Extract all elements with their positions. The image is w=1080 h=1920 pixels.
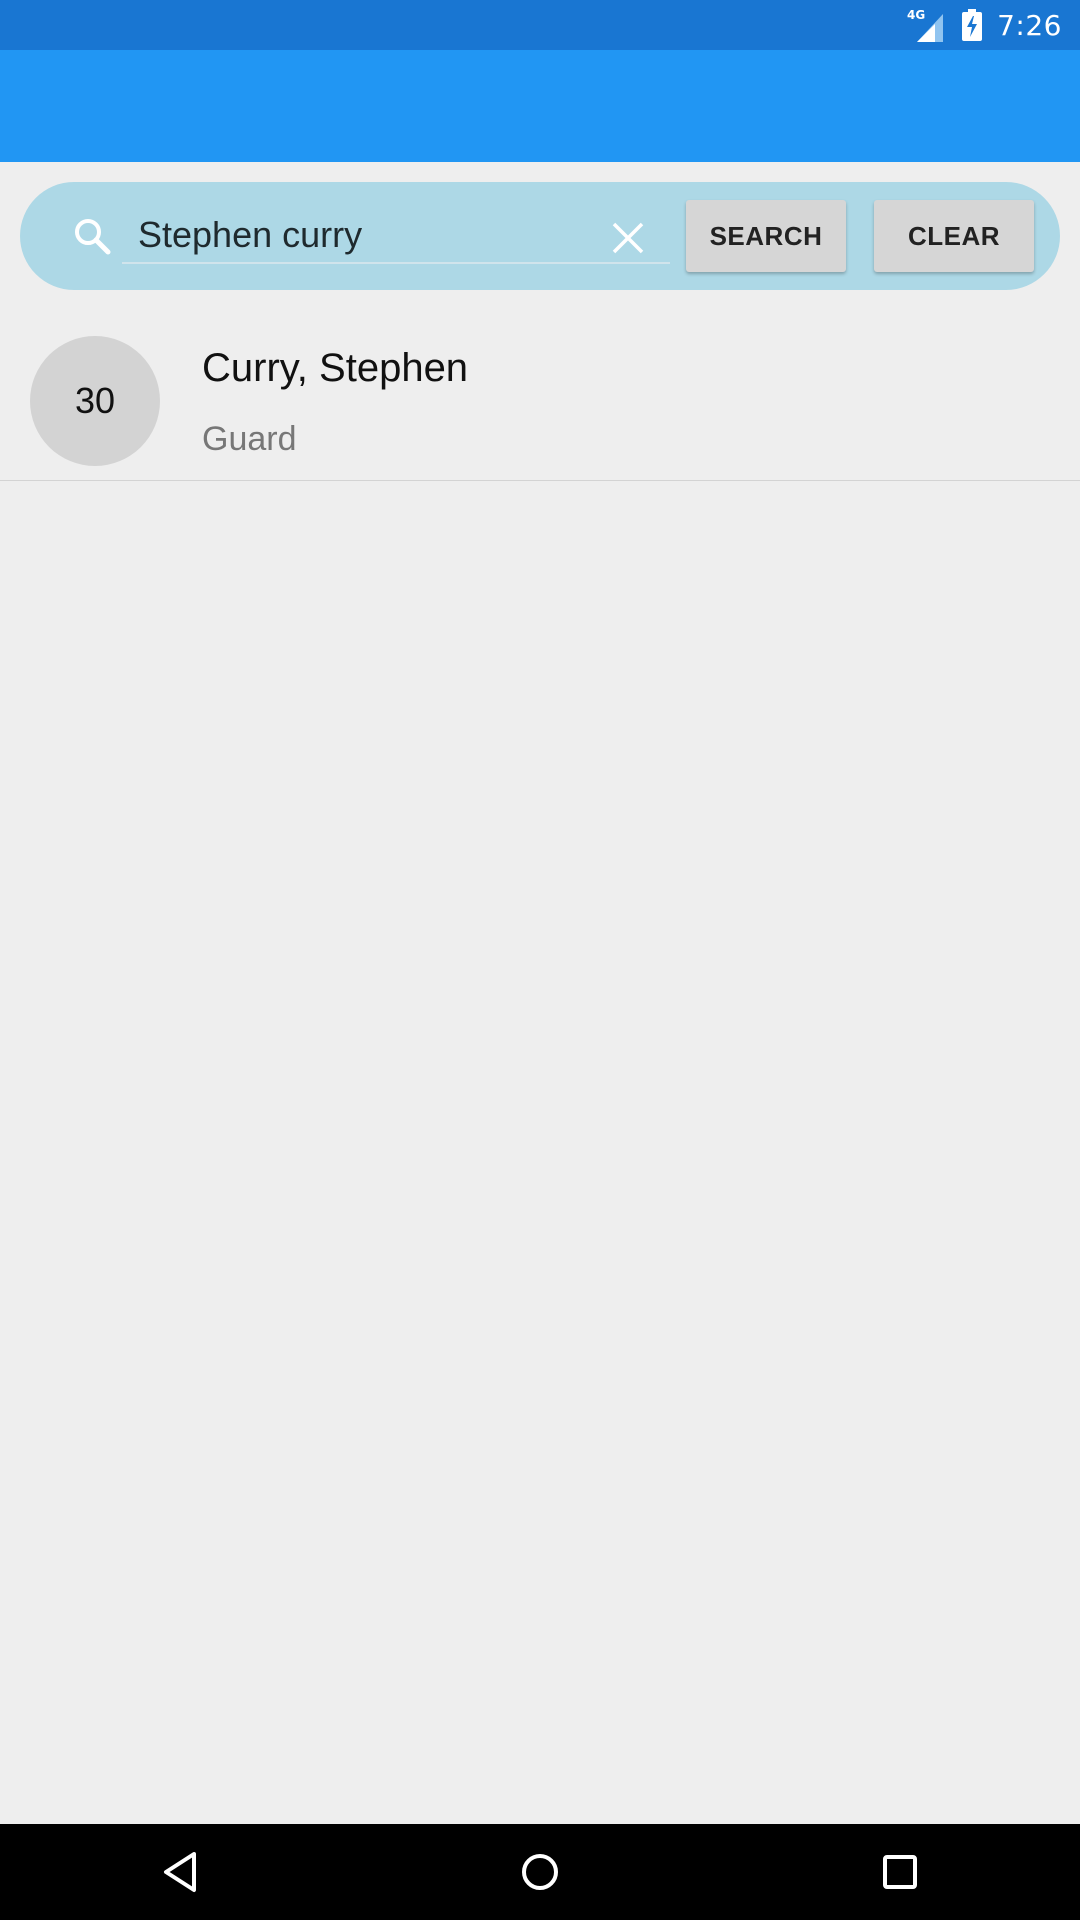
list-item[interactable]: 30 Curry, Stephen Guard	[0, 320, 1080, 481]
player-name: Curry, Stephen	[202, 346, 469, 390]
back-button[interactable]	[150, 1842, 210, 1902]
search-button[interactable]: SEARCH	[686, 200, 846, 272]
recents-button[interactable]	[870, 1842, 930, 1902]
clear-button[interactable]: CLEAR	[874, 200, 1034, 272]
jersey-number-avatar: 30	[30, 336, 160, 466]
recents-icon	[883, 1855, 917, 1889]
network-type: 4G	[907, 8, 925, 22]
status-time: 7:26	[997, 8, 1062, 42]
clear-text-icon[interactable]	[608, 218, 648, 258]
search-icon	[75, 219, 111, 255]
back-icon	[164, 1852, 196, 1892]
search-input[interactable]	[122, 208, 670, 264]
battery-charging-icon	[962, 9, 983, 41]
search-panel: SEARCH CLEAR	[20, 182, 1060, 290]
status-bar: 4G 7:26	[0, 0, 1080, 50]
status-icons: 4G 7:26	[907, 0, 1062, 50]
app-bar	[0, 50, 1080, 162]
navigation-bar	[0, 1824, 1080, 1920]
home-button[interactable]	[510, 1842, 570, 1902]
home-icon	[522, 1854, 558, 1890]
signal-4g-icon: 4G	[907, 8, 944, 42]
player-position: Guard	[202, 420, 297, 458]
